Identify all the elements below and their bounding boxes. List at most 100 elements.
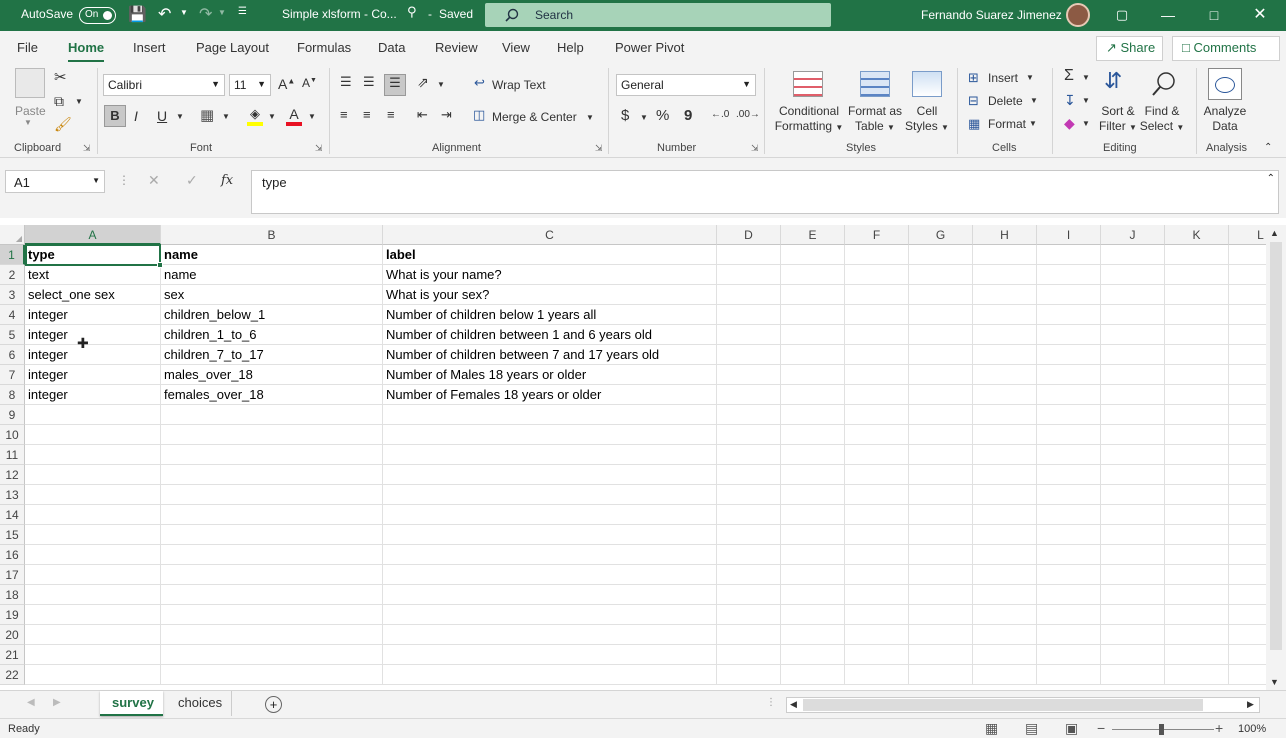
autosum-dropdown-icon[interactable]: ▼: [1082, 73, 1090, 82]
cell-i4[interactable]: [1037, 305, 1101, 325]
cell-k14[interactable]: [1165, 505, 1229, 525]
collapse-ribbon-icon[interactable]: ⌃: [1264, 142, 1272, 153]
cell-a1[interactable]: type: [25, 245, 161, 265]
cell-k22[interactable]: [1165, 665, 1229, 685]
cell-d11[interactable]: [717, 445, 781, 465]
cell-k3[interactable]: [1165, 285, 1229, 305]
cell-l8[interactable]: [1229, 385, 1266, 405]
column-header-g[interactable]: G: [909, 225, 973, 245]
formula-input[interactable]: type ⌃: [251, 170, 1279, 214]
cell-c18[interactable]: [383, 585, 717, 605]
select-all-button[interactable]: ◢: [0, 225, 25, 245]
prev-sheet-icon[interactable]: ◀: [27, 697, 35, 708]
italic-button[interactable]: I: [134, 108, 138, 124]
comments-button[interactable]: □ Comments: [1172, 36, 1280, 61]
tab-insert[interactable]: Insert: [133, 40, 166, 55]
currency-dropdown-icon[interactable]: ▼: [640, 113, 648, 122]
cell-j6[interactable]: [1101, 345, 1165, 365]
cell-e4[interactable]: [781, 305, 845, 325]
cell-a8[interactable]: integer: [25, 385, 161, 405]
scroll-thumb[interactable]: [1270, 242, 1282, 650]
cut-icon[interactable]: ✂: [54, 68, 67, 86]
cell-k10[interactable]: [1165, 425, 1229, 445]
cell-f16[interactable]: [845, 545, 909, 565]
cell-d18[interactable]: [717, 585, 781, 605]
fill-handle[interactable]: [157, 262, 163, 268]
cell-i15[interactable]: [1037, 525, 1101, 545]
cell-l9[interactable]: [1229, 405, 1266, 425]
cell-j18[interactable]: [1101, 585, 1165, 605]
fill-icon[interactable]: ↧: [1064, 92, 1076, 109]
cell-a16[interactable]: [25, 545, 161, 565]
cell-a4[interactable]: integer: [25, 305, 161, 325]
column-header-a[interactable]: A: [25, 225, 161, 245]
cell-h8[interactable]: [973, 385, 1037, 405]
clear-dropdown-icon[interactable]: ▼: [1082, 119, 1090, 128]
zoom-slider-thumb[interactable]: [1159, 724, 1164, 735]
cell-b17[interactable]: [161, 565, 383, 585]
cell-k21[interactable]: [1165, 645, 1229, 665]
conditional-formatting-button[interactable]: Conditional Formatting ▼: [771, 104, 847, 135]
cell-h11[interactable]: [973, 445, 1037, 465]
cell-h17[interactable]: [973, 565, 1037, 585]
cell-b18[interactable]: [161, 585, 383, 605]
scroll-right-icon[interactable]: ▶: [1247, 699, 1254, 710]
cell-d13[interactable]: [717, 485, 781, 505]
cell-b9[interactable]: [161, 405, 383, 425]
scroll-thumb[interactable]: [803, 699, 1203, 711]
cell-b3[interactable]: sex: [161, 285, 383, 305]
cell-c13[interactable]: [383, 485, 717, 505]
cell-i14[interactable]: [1037, 505, 1101, 525]
cell-i12[interactable]: [1037, 465, 1101, 485]
cell-l15[interactable]: [1229, 525, 1266, 545]
row-header-8[interactable]: 8: [0, 385, 25, 405]
tab-file[interactable]: File: [17, 40, 38, 55]
merge-center-icon[interactable]: ◫: [473, 107, 485, 123]
cell-l2[interactable]: [1229, 265, 1266, 285]
insert-cells-icon[interactable]: ⊞: [968, 70, 979, 86]
cell-k18[interactable]: [1165, 585, 1229, 605]
sheet-tab-choices[interactable]: choices: [166, 691, 232, 716]
cell-e9[interactable]: [781, 405, 845, 425]
cell-g10[interactable]: [909, 425, 973, 445]
cell-d5[interactable]: [717, 325, 781, 345]
cell-e11[interactable]: [781, 445, 845, 465]
row-header-22[interactable]: 22: [0, 665, 25, 685]
autosave-toggle[interactable]: On: [79, 7, 116, 24]
cell-j16[interactable]: [1101, 545, 1165, 565]
cell-l10[interactable]: [1229, 425, 1266, 445]
cell-j11[interactable]: [1101, 445, 1165, 465]
cell-e19[interactable]: [781, 605, 845, 625]
cell-d3[interactable]: [717, 285, 781, 305]
cell-k9[interactable]: [1165, 405, 1229, 425]
cell-b7[interactable]: males_over_18: [161, 365, 383, 385]
cell-j14[interactable]: [1101, 505, 1165, 525]
column-header-i[interactable]: I: [1037, 225, 1101, 245]
cell-g9[interactable]: [909, 405, 973, 425]
cell-f1[interactable]: [845, 245, 909, 265]
cell-k6[interactable]: [1165, 345, 1229, 365]
cell-j12[interactable]: [1101, 465, 1165, 485]
cell-g14[interactable]: [909, 505, 973, 525]
cell-g12[interactable]: [909, 465, 973, 485]
close-icon[interactable]: ✕: [1237, 0, 1283, 31]
cell-f12[interactable]: [845, 465, 909, 485]
sheet-tab-survey[interactable]: survey: [100, 691, 163, 716]
cell-l16[interactable]: [1229, 545, 1266, 565]
cell-k19[interactable]: [1165, 605, 1229, 625]
cell-c20[interactable]: [383, 625, 717, 645]
cell-d7[interactable]: [717, 365, 781, 385]
cell-h18[interactable]: [973, 585, 1037, 605]
cell-a19[interactable]: [25, 605, 161, 625]
cell-e7[interactable]: [781, 365, 845, 385]
cell-g22[interactable]: [909, 665, 973, 685]
row-header-2[interactable]: 2: [0, 265, 25, 285]
cell-l14[interactable]: [1229, 505, 1266, 525]
cell-i21[interactable]: [1037, 645, 1101, 665]
underline-button[interactable]: U: [157, 108, 167, 124]
font-color-icon[interactable]: A: [286, 106, 302, 126]
cell-c19[interactable]: [383, 605, 717, 625]
cell-d4[interactable]: [717, 305, 781, 325]
cell-b2[interactable]: name: [161, 265, 383, 285]
cell-i5[interactable]: [1037, 325, 1101, 345]
